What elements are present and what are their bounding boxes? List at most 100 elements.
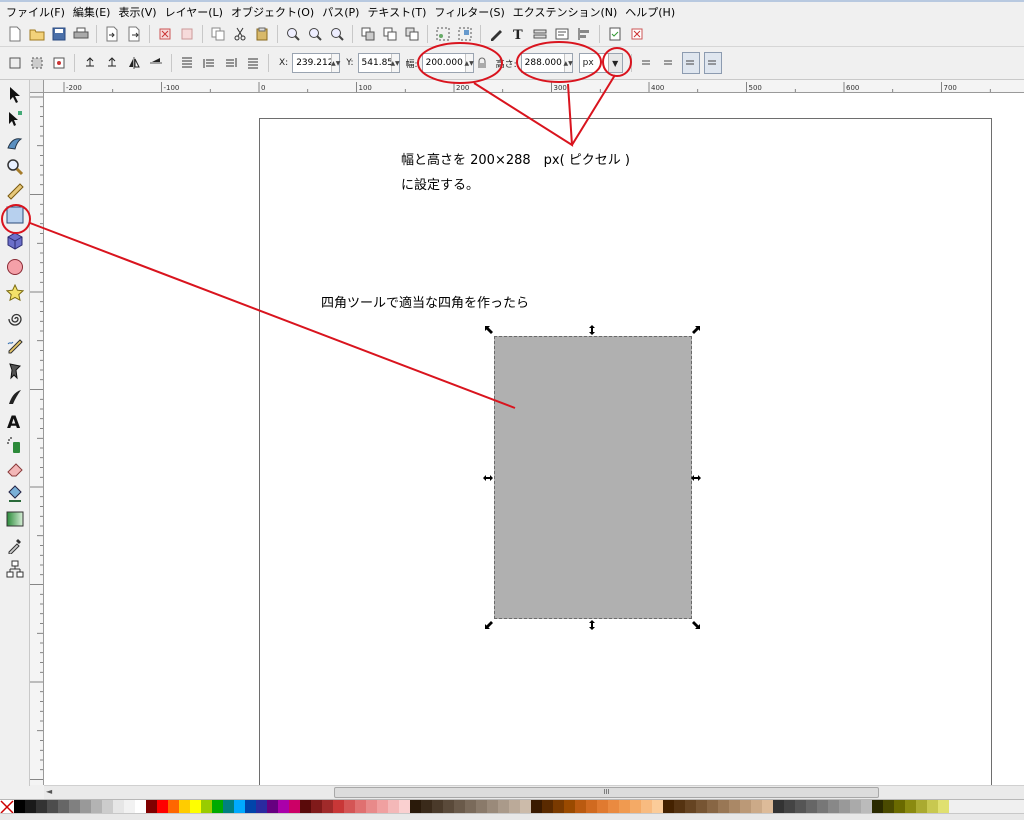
import-icon[interactable]: [102, 24, 122, 44]
color-swatch[interactable]: [267, 800, 278, 814]
flip-vertical-icon[interactable]: [146, 53, 166, 73]
color-swatch[interactable]: [542, 800, 553, 814]
text-icon[interactable]: A: [4, 410, 26, 432]
zoom-page-icon[interactable]: [327, 24, 347, 44]
color-swatch[interactable]: [179, 800, 190, 814]
preferences-icon[interactable]: [627, 24, 647, 44]
color-swatch[interactable]: [762, 800, 773, 814]
redo-icon[interactable]: [177, 24, 197, 44]
measure-icon[interactable]: [4, 180, 26, 202]
color-swatch[interactable]: [245, 800, 256, 814]
scale-corners-toggle[interactable]: [660, 52, 678, 74]
transform-gradients-toggle[interactable]: [681, 52, 700, 74]
unlink-clone-icon[interactable]: [402, 24, 422, 44]
color-swatch[interactable]: [641, 800, 652, 814]
color-swatch[interactable]: [806, 800, 817, 814]
resize-handle-e[interactable]: [691, 473, 701, 486]
raise-icon[interactable]: [199, 53, 219, 73]
lower-to-bottom-icon[interactable]: [243, 53, 263, 73]
color-swatch[interactable]: [91, 800, 102, 814]
color-swatch[interactable]: [828, 800, 839, 814]
color-swatch[interactable]: [575, 800, 586, 814]
color-swatch[interactable]: [465, 800, 476, 814]
color-swatch[interactable]: [289, 800, 300, 814]
color-swatch[interactable]: [168, 800, 179, 814]
resize-handle-s[interactable]: [587, 620, 597, 633]
color-swatch[interactable]: [311, 800, 322, 814]
height-spin-arrows[interactable]: ▲▼: [564, 54, 573, 72]
color-swatch[interactable]: [212, 800, 223, 814]
transform-patterns-toggle[interactable]: [703, 52, 722, 74]
node-edit-icon[interactable]: [4, 108, 26, 130]
color-swatch[interactable]: [498, 800, 509, 814]
tweak-icon[interactable]: [4, 132, 26, 154]
color-swatch[interactable]: [256, 800, 267, 814]
text-font-icon[interactable]: T: [508, 24, 528, 44]
color-swatch[interactable]: [234, 800, 245, 814]
scale-stroke-toggle[interactable]: [638, 52, 656, 74]
color-swatch[interactable]: [663, 800, 674, 814]
color-swatch[interactable]: [619, 800, 630, 814]
color-swatch[interactable]: [740, 800, 751, 814]
color-swatch[interactable]: [597, 800, 608, 814]
color-swatch[interactable]: [861, 800, 872, 814]
menu-help[interactable]: ヘルプ(H): [625, 4, 683, 20]
color-swatch[interactable]: [817, 800, 828, 814]
scroll-thumb[interactable]: III: [334, 787, 879, 798]
color-swatch[interactable]: [674, 800, 685, 814]
color-swatch[interactable]: [157, 800, 168, 814]
menu-view[interactable]: 表示(V): [118, 4, 164, 20]
selected-rectangle[interactable]: [494, 336, 692, 619]
select-all-layers-icon[interactable]: [27, 53, 47, 73]
color-swatch[interactable]: [883, 800, 894, 814]
color-swatch[interactable]: [718, 800, 729, 814]
color-swatch[interactable]: [916, 800, 927, 814]
spray-icon[interactable]: [4, 434, 26, 456]
color-swatch[interactable]: [388, 800, 399, 814]
menu-path[interactable]: パス(P): [322, 4, 367, 20]
undo-icon[interactable]: [155, 24, 175, 44]
pencil-icon[interactable]: [4, 334, 26, 356]
save-icon[interactable]: [49, 24, 69, 44]
resize-handle-se[interactable]: [691, 620, 701, 633]
menu-extensions[interactable]: エクステンション(N): [513, 4, 625, 20]
color-swatch[interactable]: [531, 800, 542, 814]
color-swatch[interactable]: [894, 800, 905, 814]
color-swatch[interactable]: [520, 800, 531, 814]
color-swatch[interactable]: [487, 800, 498, 814]
color-swatch[interactable]: [432, 800, 443, 814]
color-swatch[interactable]: [586, 800, 597, 814]
no-paint-swatch[interactable]: [0, 800, 14, 814]
color-swatch[interactable]: [333, 800, 344, 814]
color-swatch[interactable]: [685, 800, 696, 814]
color-swatch[interactable]: [927, 800, 938, 814]
align-distribute-icon[interactable]: [574, 24, 594, 44]
color-swatch[interactable]: [102, 800, 113, 814]
dropper-icon[interactable]: [4, 534, 26, 556]
color-swatch[interactable]: [25, 800, 36, 814]
flip-horizontal-icon[interactable]: [124, 53, 144, 73]
color-swatch[interactable]: [146, 800, 157, 814]
color-swatch[interactable]: [443, 800, 454, 814]
zoom-drawing-icon[interactable]: [305, 24, 325, 44]
star-icon[interactable]: [4, 282, 26, 304]
color-swatch[interactable]: [608, 800, 619, 814]
resize-handle-nw[interactable]: [484, 325, 494, 338]
color-swatch[interactable]: [190, 800, 201, 814]
color-swatch[interactable]: [773, 800, 784, 814]
color-swatch[interactable]: [322, 800, 333, 814]
rotate-ccw-icon[interactable]: [80, 53, 100, 73]
resize-handle-ne[interactable]: [691, 325, 701, 338]
ellipse-icon[interactable]: [4, 256, 26, 278]
color-swatch[interactable]: [278, 800, 289, 814]
color-swatch[interactable]: [564, 800, 575, 814]
ungroup-icon[interactable]: [455, 24, 475, 44]
x-spin-arrows[interactable]: ▲▼: [331, 54, 340, 72]
color-swatch[interactable]: [707, 800, 718, 814]
zoom-icon[interactable]: [4, 156, 26, 178]
open-folder-icon[interactable]: [27, 24, 47, 44]
eraser-icon[interactable]: [4, 458, 26, 480]
resize-handle-w[interactable]: [483, 473, 493, 486]
color-swatch[interactable]: [300, 800, 311, 814]
width-input[interactable]: 200.000 ▲▼: [421, 53, 474, 73]
